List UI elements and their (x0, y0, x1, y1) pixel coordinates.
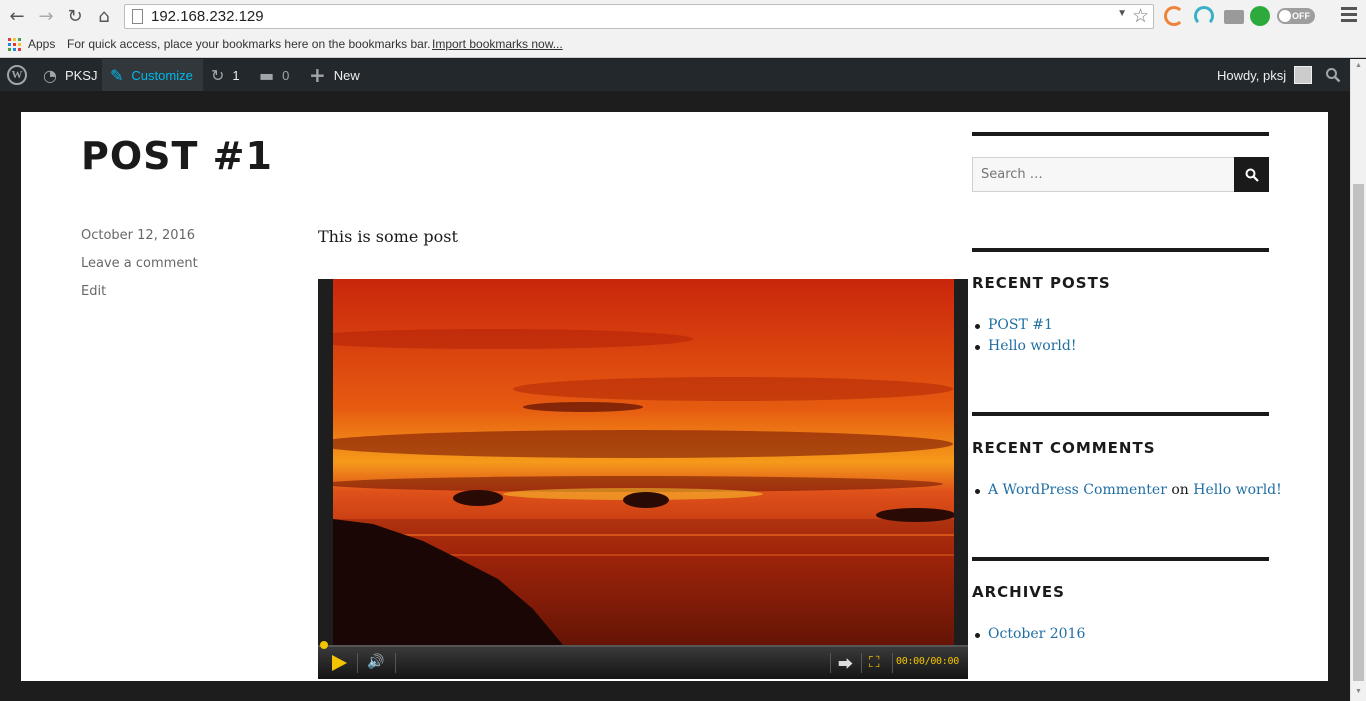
recent-posts-heading: RECENT POSTS (972, 274, 1111, 292)
bookmarks-bar: Apps For quick access, place your bookma… (0, 33, 1366, 58)
divider (861, 653, 862, 673)
apps-link[interactable]: Apps (28, 37, 55, 51)
extension-toggle[interactable]: OFF (1277, 8, 1315, 24)
list-item: A WordPress Commenter on Hello world! (972, 480, 1282, 501)
wordpress-logo-icon: W (7, 65, 27, 85)
home-icon[interactable]: ⌂ (93, 5, 115, 27)
menu-icon[interactable] (1341, 7, 1357, 25)
bookmarks-message: For quick access, place your bookmarks h… (67, 37, 431, 51)
archives-list: October 2016 (972, 624, 1085, 645)
sunset-video-thumbnail (333, 279, 954, 645)
fullscreen-icon[interactable]: ⛶ (869, 653, 880, 671)
scroll-down-icon[interactable]: ▼ (1355, 688, 1362, 695)
import-bookmarks-link[interactable]: Import bookmarks now... (432, 37, 563, 51)
divider (972, 248, 1269, 252)
updates-link[interactable]: ↻ 1 (211, 59, 240, 91)
play-icon[interactable] (332, 655, 347, 671)
plus-icon: + (309, 63, 326, 87)
wp-logo-menu[interactable]: W (7, 59, 27, 91)
archive-link[interactable]: October 2016 (988, 626, 1085, 642)
list-item: October 2016 (972, 624, 1085, 645)
comments-count: 0 (282, 67, 290, 83)
dashboard-icon: ◔ (43, 65, 57, 85)
video-time: 00:00/00:00 (896, 656, 959, 667)
site-name: PKSJ (64, 67, 98, 83)
recent-post-link[interactable]: POST #1 (988, 317, 1053, 333)
video-player[interactable]: 🔊 ⮕ ⛶ 00:00/00:00 (318, 279, 968, 679)
search-button[interactable] (1234, 157, 1269, 192)
customize-label: Customize (131, 67, 193, 83)
customize-link[interactable]: ✎ Customize (102, 59, 203, 91)
progress-knob[interactable] (320, 641, 328, 649)
archives-heading: ARCHIVES (972, 583, 1065, 601)
browser-toolbar: ← → ↻ ⌂ 192.168.232.129 ▼ ☆ OFF (0, 0, 1366, 33)
updates-count: 1 (232, 67, 240, 83)
leave-comment-link[interactable]: Leave a comment (81, 256, 198, 271)
page-content: POST #1 October 12, 2016 Leave a comment… (21, 112, 1328, 681)
divider (972, 557, 1269, 561)
reload-icon[interactable]: ↻ (64, 5, 86, 27)
greeting: Howdy, pksj (1217, 67, 1287, 83)
wp-admin-bar: W ◔ PKSJ ✎ Customize ↻ 1 ▬ 0 + New Howdy… (0, 59, 1350, 91)
power-icon[interactable] (1250, 6, 1270, 26)
divider (892, 653, 893, 673)
back-arrow-icon[interactable]: ← (6, 5, 28, 27)
volume-icon[interactable]: 🔊 (367, 654, 384, 670)
bookmark-star-icon[interactable]: ☆ (1132, 5, 1149, 27)
updates-icon: ↻ (211, 65, 225, 85)
scrollbar-thumb[interactable] (1353, 184, 1364, 681)
toggle-label: OFF (1292, 11, 1310, 21)
my-account-menu[interactable]: Howdy, pksj (1217, 59, 1313, 91)
extension-c-icon[interactable] (1164, 6, 1184, 26)
avatar (1294, 66, 1313, 84)
forward-arrow-icon[interactable]: → (35, 5, 57, 27)
divider (395, 653, 396, 673)
site-name-menu[interactable]: ◔ PKSJ (43, 59, 97, 91)
divider (972, 412, 1269, 416)
post-body: This is some post (318, 227, 458, 246)
url-text[interactable]: 192.168.232.129 (151, 8, 264, 25)
customize-brush-icon: ✎ (110, 65, 124, 85)
edit-link[interactable]: Edit (81, 284, 106, 299)
recent-comments-heading: RECENT COMMENTS (972, 439, 1156, 457)
dropdown-arrow-icon[interactable]: ▼ (1117, 8, 1127, 19)
post-title: POST #1 (81, 134, 273, 178)
video-frame[interactable] (333, 279, 954, 645)
headphones-icon[interactable] (1194, 6, 1214, 26)
search-input[interactable] (972, 157, 1234, 192)
list-item: Hello world! (972, 336, 1077, 357)
apps-grid-icon[interactable] (8, 38, 21, 51)
recent-post-link[interactable]: Hello world! (988, 338, 1077, 354)
divider (972, 132, 1269, 136)
divider (357, 653, 358, 673)
recent-posts-list: POST #1 Hello world! (972, 315, 1077, 357)
list-item: POST #1 (972, 315, 1077, 336)
comment-connector: on (1171, 482, 1189, 498)
page-icon (132, 9, 143, 24)
address-bar[interactable]: 192.168.232.129 ▼ ☆ (124, 4, 1154, 29)
share-icon[interactable]: ⮕ (838, 653, 853, 674)
new-content-menu[interactable]: + New (309, 59, 360, 91)
scroll-up-icon[interactable]: ▲ (1355, 62, 1362, 69)
download-icon[interactable] (1224, 10, 1244, 24)
search-icon (1245, 168, 1259, 182)
video-controls: 🔊 ⮕ ⛶ 00:00/00:00 (318, 641, 968, 679)
post-date[interactable]: October 12, 2016 (81, 228, 195, 243)
comment-post-link[interactable]: Hello world! (1193, 482, 1282, 498)
recent-comments-list: A WordPress Commenter on Hello world! (972, 480, 1282, 501)
new-label: New (333, 67, 360, 83)
comment-author-link[interactable]: A WordPress Commenter (988, 482, 1167, 498)
comments-link[interactable]: ▬ 0 (259, 59, 289, 91)
comments-icon: ▬ (259, 65, 275, 85)
divider (830, 653, 831, 673)
search-icon (1326, 68, 1341, 83)
page-scrollbar[interactable]: ▲ ▼ (1350, 59, 1366, 701)
admin-search[interactable] (1325, 59, 1341, 91)
